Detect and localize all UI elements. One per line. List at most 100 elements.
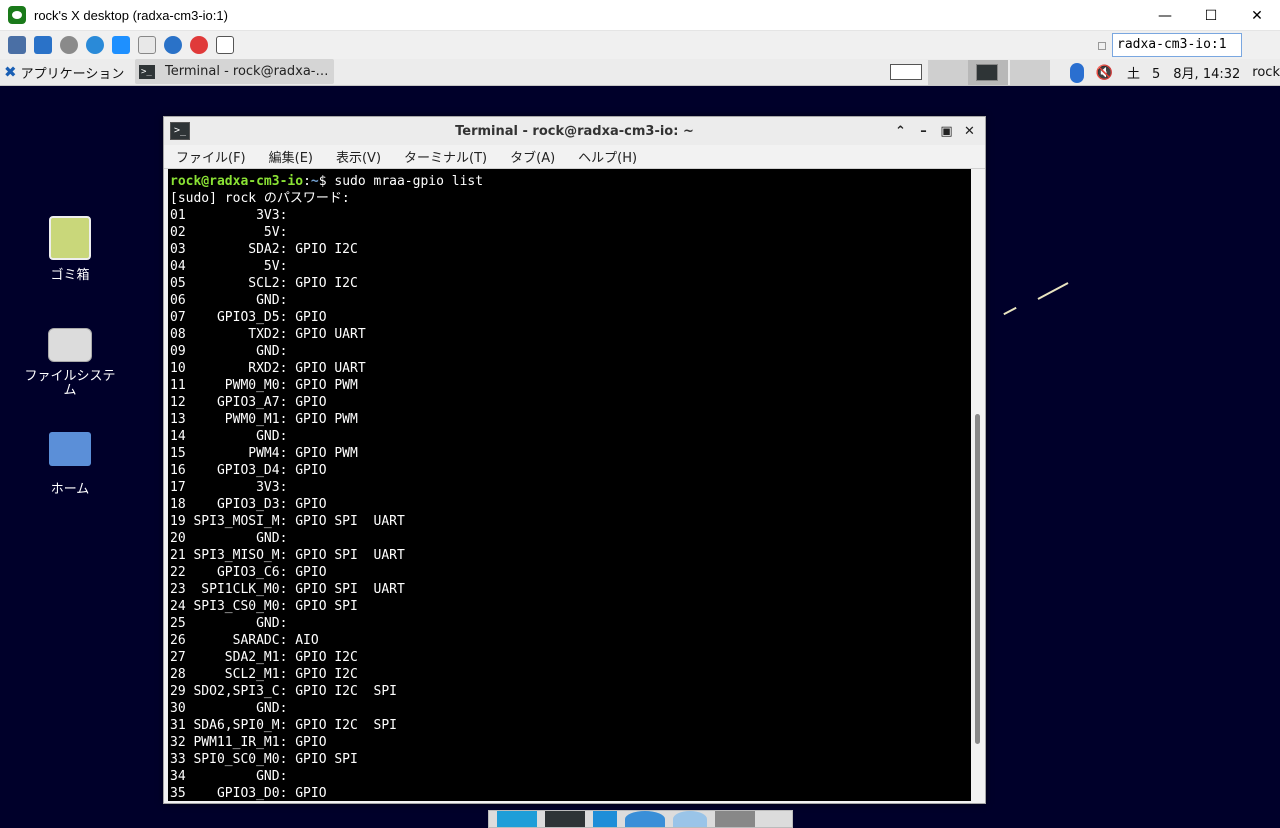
desktop-icon-label: ゴミ箱 bbox=[50, 268, 90, 283]
output-line: 04 5V: bbox=[170, 259, 288, 274]
settings-gear-icon[interactable] bbox=[60, 36, 78, 54]
menu-terminal[interactable]: ターミナル(T) bbox=[404, 147, 487, 166]
dock-launcher-desktop[interactable] bbox=[497, 811, 537, 827]
close-button[interactable]: ✕ bbox=[1234, 0, 1280, 31]
workspace-4[interactable] bbox=[1010, 60, 1050, 85]
vnc-app-icon bbox=[8, 6, 26, 24]
taskbar-item-terminal[interactable]: >_ Terminal - rock@radxa-… bbox=[135, 59, 334, 84]
output-line: 30 GND: bbox=[170, 701, 288, 716]
menu-view[interactable]: 表示(V) bbox=[336, 147, 381, 166]
dock-launcher-files[interactable] bbox=[593, 811, 617, 827]
vnc-toolbar: radxa-cm3-io:1 bbox=[0, 31, 1280, 59]
menu-help[interactable]: ヘルプ(H) bbox=[578, 147, 637, 166]
desktop-icon-label: ファイルシステム bbox=[24, 369, 116, 398]
output-line: 05 SCL2: GPIO I2C bbox=[170, 276, 358, 291]
output-line: 08 TXD2: GPIO UART bbox=[170, 327, 366, 342]
output-line: 14 GND: bbox=[170, 429, 288, 444]
dock-launcher-search[interactable] bbox=[673, 811, 707, 827]
applications-menu-button[interactable]: ✖ アプリケーション bbox=[0, 59, 132, 86]
desktop-icon-home[interactable]: ホーム bbox=[22, 432, 118, 497]
clock-day[interactable]: 土 bbox=[1127, 63, 1140, 82]
info-icon[interactable] bbox=[164, 36, 182, 54]
output-line: 15 PWM4: GPIO PWM bbox=[170, 446, 358, 461]
menu-file[interactable]: ファイル(F) bbox=[176, 147, 246, 166]
refresh-icon[interactable] bbox=[86, 36, 104, 54]
output-line: 29 SDO2,SPI3_C: GPIO I2C SPI bbox=[170, 684, 397, 699]
bottom-dock bbox=[488, 810, 793, 828]
desktop-icon-trash[interactable]: ゴミ箱 bbox=[22, 216, 118, 283]
workspace-3[interactable] bbox=[968, 60, 1008, 85]
desktop-artifact bbox=[1037, 282, 1069, 300]
output-line: 11 PWM0_M0: GPIO PWM bbox=[170, 378, 358, 393]
taskbar-item-label: Terminal - rock@radxa-… bbox=[165, 64, 329, 79]
minimize-button[interactable]: — bbox=[1142, 0, 1188, 31]
close-icon[interactable]: ✕ bbox=[958, 124, 981, 139]
output-line: 02 5V: bbox=[170, 225, 288, 240]
output-line: 19 SPI3_MOSI_M: GPIO SPI UART bbox=[170, 514, 405, 529]
desktop-panel: ✖ アプリケーション >_ Terminal - rock@radxa-… 🔇 … bbox=[0, 59, 1280, 86]
workspace-2[interactable] bbox=[928, 60, 968, 85]
output-line: 27 SDA2_M1: GPIO I2C bbox=[170, 650, 358, 665]
drive-icon bbox=[48, 328, 92, 362]
host-checkbox[interactable] bbox=[1098, 42, 1106, 50]
bluetooth-icon[interactable] bbox=[1069, 62, 1084, 83]
prompt-separator: : bbox=[303, 174, 311, 189]
output-line: 06 GND: bbox=[170, 293, 288, 308]
output-line: 12 GPIO3_A7: GPIO bbox=[170, 395, 327, 410]
minimize-icon[interactable]: – bbox=[912, 124, 935, 139]
menu-tabs[interactable]: タブ(A) bbox=[510, 147, 555, 166]
menu-edit[interactable]: 編集(E) bbox=[269, 147, 313, 166]
output-line: 10 RXD2: GPIO UART bbox=[170, 361, 366, 376]
maximize-button[interactable]: ☐ bbox=[1188, 0, 1234, 31]
windows-key-icon[interactable] bbox=[112, 36, 130, 54]
dock-launcher-browser[interactable] bbox=[625, 811, 665, 827]
dock-launcher-terminal[interactable] bbox=[545, 811, 585, 827]
output-line: 21 SPI3_MISO_M: GPIO SPI UART bbox=[170, 548, 405, 563]
host-field[interactable]: radxa-cm3-io:1 bbox=[1112, 33, 1242, 57]
terminal-thumbnail-icon bbox=[976, 64, 998, 81]
volume-muted-icon[interactable]: 🔇 bbox=[1096, 65, 1113, 81]
output-line: 18 GPIO3_D3: GPIO bbox=[170, 497, 327, 512]
xfce-logo-icon: ✖ bbox=[4, 63, 17, 81]
workspace-1[interactable] bbox=[890, 64, 922, 80]
maximize-icon[interactable]: ▣ bbox=[935, 124, 958, 139]
vnc-window-title: rock's X desktop (radxa-cm3-io:1) bbox=[34, 7, 228, 23]
terminal-scrollbar[interactable] bbox=[971, 169, 984, 801]
output-line: 22 GPIO3_C6: GPIO bbox=[170, 565, 327, 580]
terminal-icon: >_ bbox=[139, 64, 155, 79]
terminal-output[interactable]: rock@radxa-cm3-io:~$ sudo mraa-gpio list… bbox=[168, 169, 971, 801]
output-line: 33 SPI0_SC0_M0: GPIO SPI bbox=[170, 752, 358, 767]
desktop-icon-filesystem[interactable]: ファイルシステム bbox=[22, 326, 118, 398]
output-line: 31 SDA6,SPI0_M: GPIO I2C SPI bbox=[170, 718, 397, 733]
fullscreen-icon[interactable] bbox=[34, 36, 52, 54]
vnc-window-controls: — ☐ ✕ bbox=[1142, 0, 1280, 31]
output-line: 20 GND: bbox=[170, 531, 288, 546]
terminal-window-controls: ⌃ – ▣ ✕ bbox=[889, 117, 981, 145]
transfer-file-icon[interactable] bbox=[216, 36, 234, 54]
home-folder-icon bbox=[49, 432, 91, 466]
shade-icon[interactable]: ⌃ bbox=[889, 124, 912, 139]
prompt-line: rock@radxa-cm3-io:~$ sudo mraa-gpio list bbox=[170, 173, 971, 190]
terminal-title: Terminal - rock@radxa-cm3-io: ~ bbox=[455, 123, 694, 139]
disconnect-icon[interactable] bbox=[190, 36, 208, 54]
scrollbar-thumb[interactable] bbox=[975, 414, 980, 744]
output-line: 03 SDA2: GPIO I2C bbox=[170, 242, 358, 257]
desktop-artifact bbox=[1003, 306, 1017, 316]
dock-launcher-folder[interactable] bbox=[715, 811, 755, 827]
terminal-window: >_ Terminal - rock@radxa-cm3-io: ~ ⌃ – ▣… bbox=[163, 116, 986, 804]
options-icon[interactable] bbox=[8, 36, 26, 54]
output-line: 34 GND: bbox=[170, 769, 288, 784]
desktop-icon-label: ホーム bbox=[50, 482, 90, 497]
ctrl-alt-del-icon[interactable] bbox=[138, 36, 156, 54]
output-line: 25 GND: bbox=[170, 616, 288, 631]
output-line: 09 GND: bbox=[170, 344, 288, 359]
output-line: 16 GPIO3_D4: GPIO bbox=[170, 463, 327, 478]
terminal-titlebar[interactable]: >_ Terminal - rock@radxa-cm3-io: ~ ⌃ – ▣… bbox=[164, 117, 985, 145]
user-name[interactable]: rock bbox=[1252, 65, 1280, 80]
output-line: 23 SPI1CLK_M0: GPIO SPI UART bbox=[170, 582, 405, 597]
applications-menu-label: アプリケーション bbox=[20, 66, 125, 82]
output-lines: [sudo] rock のパスワード: 01 3V3: 02 5V: 03 SDA2:… bbox=[170, 190, 971, 801]
output-line: [sudo] rock のパスワード: bbox=[170, 191, 350, 206]
clock-date[interactable]: 5 8月, 14:32 bbox=[1152, 63, 1240, 82]
output-line: 07 GPIO3_D5: GPIO bbox=[170, 310, 327, 325]
